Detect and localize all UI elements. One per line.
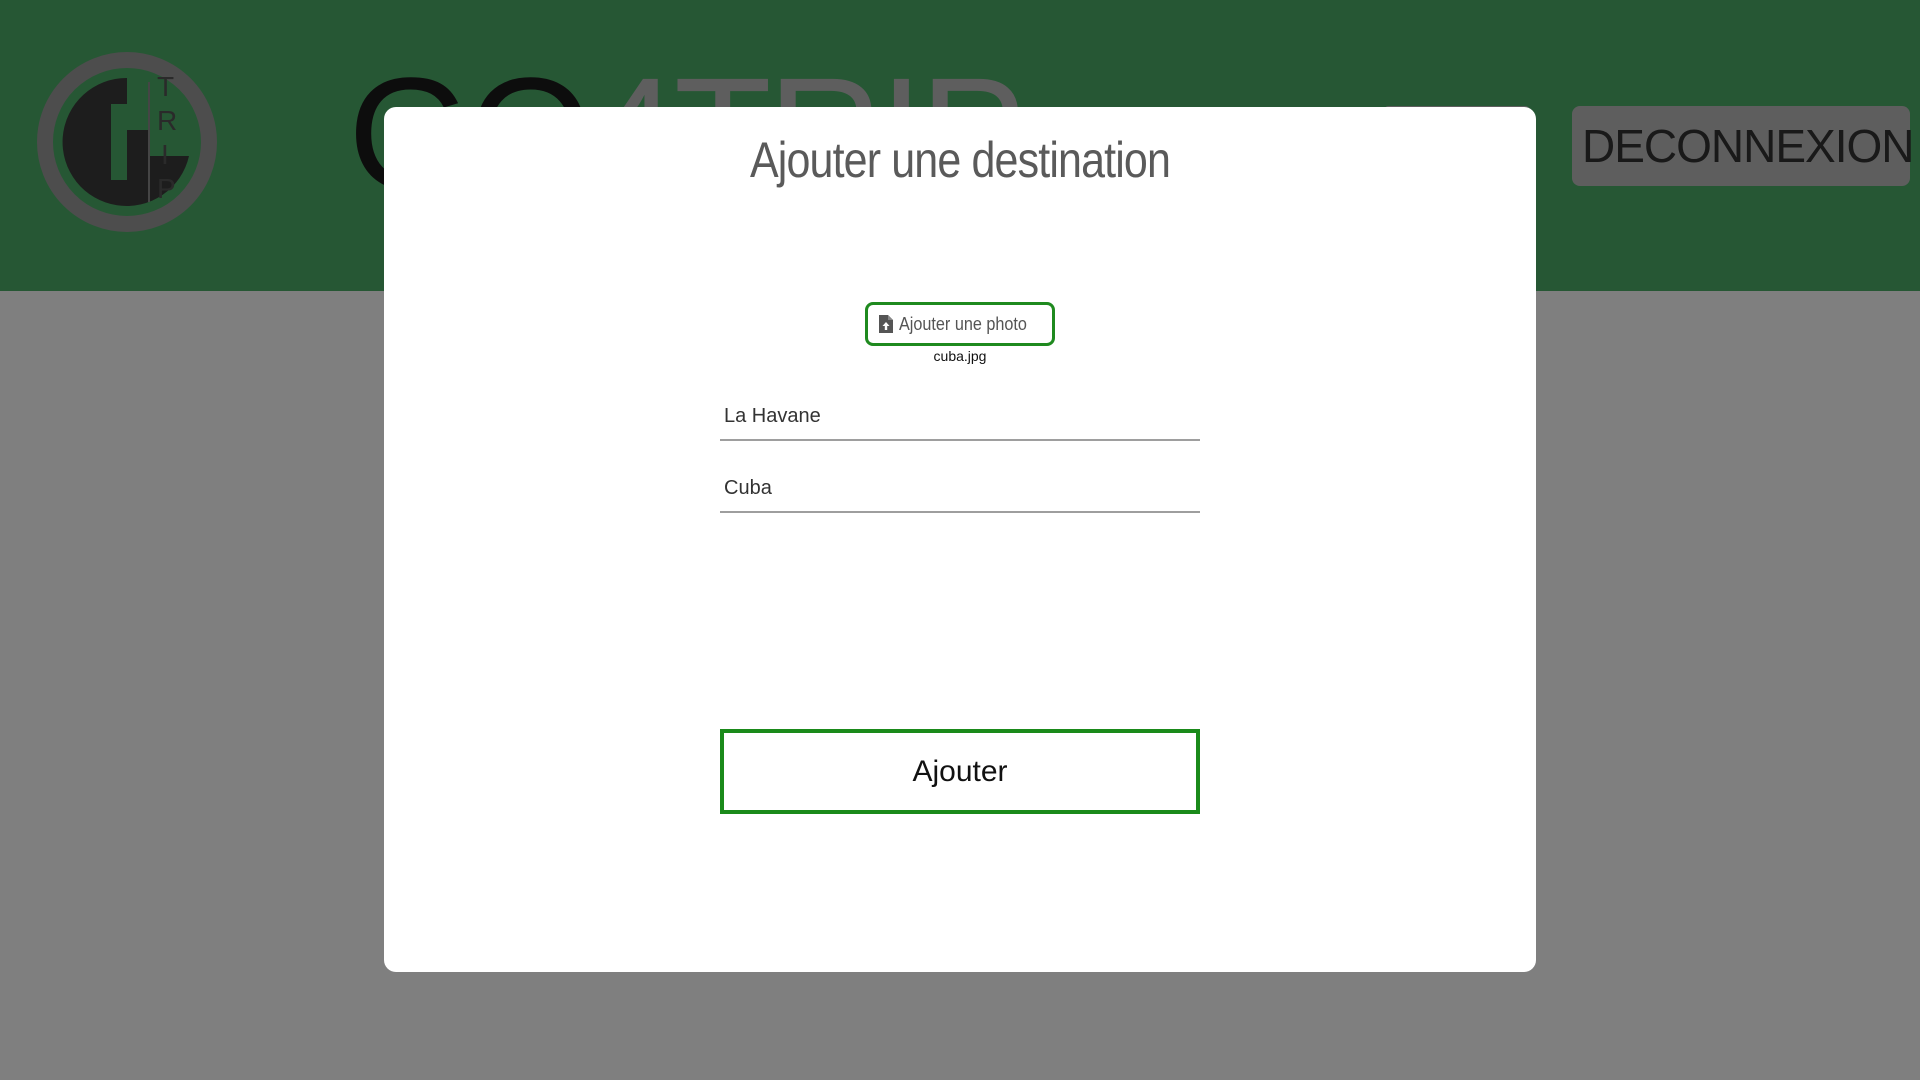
add-photo-label: Ajouter une photo	[898, 313, 1027, 334]
add-destination-modal: Ajouter une destination Ajouter une phot…	[384, 107, 1536, 972]
file-upload-icon	[878, 315, 893, 333]
city-input[interactable]	[720, 393, 1200, 441]
add-photo-button[interactable]: Ajouter une photo	[865, 302, 1055, 346]
country-input[interactable]	[720, 465, 1200, 513]
selected-file-name: cuba.jpg	[933, 348, 987, 364]
submit-add-button[interactable]: Ajouter	[720, 729, 1200, 814]
modal-title: Ajouter une destination	[749, 132, 1171, 188]
